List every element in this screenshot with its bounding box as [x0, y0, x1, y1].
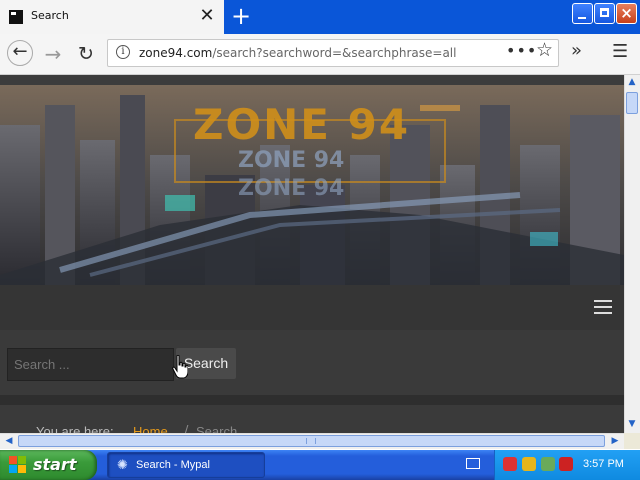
page-actions-button[interactable]: ••• [506, 41, 537, 60]
scrollbar-corner [624, 433, 640, 449]
section-divider [0, 395, 624, 405]
tab-title: Search [31, 9, 69, 22]
clock[interactable]: 3:57 PM [583, 458, 624, 470]
info-icon[interactable]: i [116, 45, 130, 59]
url-domain: zone94.com [139, 46, 213, 60]
network-icon[interactable] [541, 457, 555, 471]
favicon-icon [9, 10, 23, 24]
new-tab-button[interactable]: + [228, 3, 254, 29]
search-input[interactable] [7, 348, 174, 381]
site-menu-bar [0, 285, 624, 330]
scroll-down-arrow-icon[interactable]: ▼ [625, 417, 639, 431]
forward-button[interactable]: → [40, 41, 66, 67]
url-path: /search?searchword=&searchphrase=all [212, 46, 457, 60]
start-label: start [33, 455, 77, 474]
site-logo-text[interactable]: ZONE 94 [193, 100, 410, 149]
bookmark-star-icon[interactable]: ☆ [536, 39, 553, 61]
browser-app-icon: ✺ [117, 458, 128, 473]
logo-echo-text: ZONE 94 [238, 176, 345, 201]
back-button[interactable]: ← [7, 40, 33, 66]
toolbar-overflow-button[interactable]: » [571, 40, 582, 61]
reload-button[interactable]: ↻ [73, 41, 99, 67]
keyboard-icon[interactable] [466, 458, 480, 469]
vertical-scroll-thumb[interactable] [626, 92, 638, 114]
scroll-left-arrow-icon[interactable]: ◀ [2, 434, 16, 448]
browser-menu-button[interactable]: ☰ [612, 41, 628, 62]
minimize-button[interactable] [572, 3, 593, 24]
security-shield-icon[interactable] [503, 457, 517, 471]
hamburger-menu-icon[interactable] [594, 300, 612, 314]
url-text[interactable]: zone94.com/search?searchword=&searchphra… [139, 46, 456, 60]
logo-echo-text: ZONE 94 [238, 148, 345, 173]
close-tab-icon[interactable]: ✕ [198, 5, 216, 27]
windows-logo-icon [9, 456, 27, 474]
minimize-icon [578, 17, 586, 19]
hand-cursor-icon [172, 355, 188, 379]
security-alert-icon[interactable] [522, 457, 536, 471]
scroll-grip-icon [306, 438, 316, 444]
maximize-button[interactable] [594, 3, 615, 24]
taskbar-item-label: Search - Mypal [136, 459, 210, 471]
antivirus-shield-icon[interactable] [559, 457, 573, 471]
vertical-scrollbar[interactable] [624, 75, 640, 433]
scroll-up-arrow-icon[interactable]: ▲ [625, 75, 639, 89]
close-icon: × [620, 4, 633, 22]
maximize-icon [600, 8, 609, 17]
scroll-right-arrow-icon[interactable]: ▶ [608, 434, 622, 448]
close-window-button[interactable]: × [616, 3, 637, 24]
